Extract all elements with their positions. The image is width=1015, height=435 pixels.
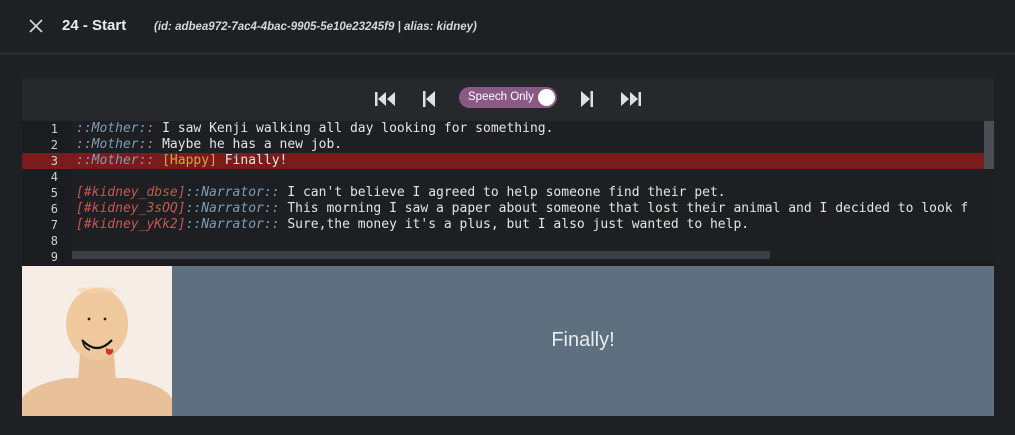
line-text: Maybe he has a new job. <box>154 137 343 152</box>
line-number: 5 <box>50 186 58 200</box>
line-number: 3 <box>50 154 58 168</box>
character-portrait <box>22 266 172 416</box>
speech-only-label: Speech Only <box>468 91 534 103</box>
line-number: 6 <box>50 202 58 216</box>
line-speaker: ::Mother:: <box>76 121 155 136</box>
line-speaker: ::Mother:: <box>76 153 155 168</box>
script-editor[interactable]: 1::Mother:: I saw Kenji walking all day … <box>22 121 994 262</box>
step-forward-icon[interactable] <box>578 88 596 110</box>
line-code: [#kidney_yKk2]::Narrator:: Sure,the mone… <box>76 217 749 233</box>
line-text: I can't believe I agreed to help someone… <box>279 185 726 200</box>
editor-line[interactable]: 2::Mother:: Maybe he has a new job. <box>22 137 984 153</box>
line-speaker: ::Narrator:: <box>185 185 280 200</box>
line-speaker: ::Narrator:: <box>185 217 280 232</box>
line-tag: [#kidney_yKk2] <box>76 217 186 232</box>
line-code: ::Mother:: I saw Kenji walking all day l… <box>76 121 553 137</box>
horizontal-scrollbar[interactable] <box>72 251 770 259</box>
line-emotion: [Happy] <box>154 153 217 168</box>
step-back-icon[interactable] <box>420 88 438 110</box>
editor-line[interactable]: 5 [#kidney_dbse]::Narrator:: I can't beli… <box>22 185 984 201</box>
page-title: 24 - Start <box>62 17 127 34</box>
line-tag: [#kidney_dbse] <box>76 185 186 200</box>
speech-only-toggle[interactable]: Speech Only <box>459 87 557 108</box>
editor-line[interactable]: 7 [#kidney_yKk2]::Narrator:: Sure,the mon… <box>22 217 984 233</box>
line-code: [#kidney_dbse]::Narrator:: I can't belie… <box>76 185 726 201</box>
mother-face-image <box>22 266 172 416</box>
line-code: ::Mother:: [Happy] Finally! <box>76 153 287 169</box>
editor-line[interactable]: 4 <box>22 169 984 185</box>
dialog-text: Finally! <box>551 329 615 351</box>
line-number: 2 <box>50 138 58 152</box>
line-number: 8 <box>50 234 58 248</box>
line-text: This morning I saw a paper about someone… <box>279 201 969 216</box>
editor-line[interactable]: 6 [#kidney_3sOQ]::Narrator:: This morning… <box>22 201 984 217</box>
editor-line[interactable]: 3::Mother:: [Happy] Finally! <box>22 153 984 169</box>
dialog-box: Finally! <box>172 266 994 416</box>
editor-line[interactable]: 8 <box>22 233 984 249</box>
vertical-scrollbar[interactable] <box>984 121 994 169</box>
dialog-header: 24 - Start (id: adbea972-7ac4-4bac-9905-… <box>0 0 1015 54</box>
line-speaker: ::Narrator:: <box>185 201 280 216</box>
node-id-label: (id: adbea972-7ac4-4bac-9905-5e10e23245f… <box>154 21 477 33</box>
line-number: 4 <box>50 170 58 184</box>
close-icon[interactable] <box>26 16 46 36</box>
editor-line[interactable]: 1::Mother:: I saw Kenji walking all day … <box>22 121 984 137</box>
line-text: I saw Kenji walking all day looking for … <box>154 121 554 136</box>
line-text: Finally! <box>216 153 288 168</box>
skip-to-start-icon[interactable] <box>373 88 397 110</box>
line-speaker: ::Mother:: <box>76 137 155 152</box>
line-number: 9 <box>50 250 58 262</box>
line-code: [#kidney_3sOQ]::Narrator:: This morning … <box>76 201 968 217</box>
playback-toolbar: Speech Only <box>22 79 994 121</box>
toggle-knob <box>538 89 555 106</box>
line-tag: [#kidney_3sOQ] <box>76 201 186 216</box>
line-text: Sure,the money it's a plus, but I also j… <box>279 217 750 232</box>
line-code: ::Mother:: Maybe he has a new job. <box>76 137 342 153</box>
skip-to-end-icon[interactable] <box>619 88 643 110</box>
dialog-preview: Finally! <box>22 266 994 416</box>
line-number: 7 <box>50 218 58 232</box>
preview-panel: Speech Only 1::Mother:: I saw Kenji walk… <box>22 79 994 416</box>
line-number: 1 <box>50 122 58 136</box>
